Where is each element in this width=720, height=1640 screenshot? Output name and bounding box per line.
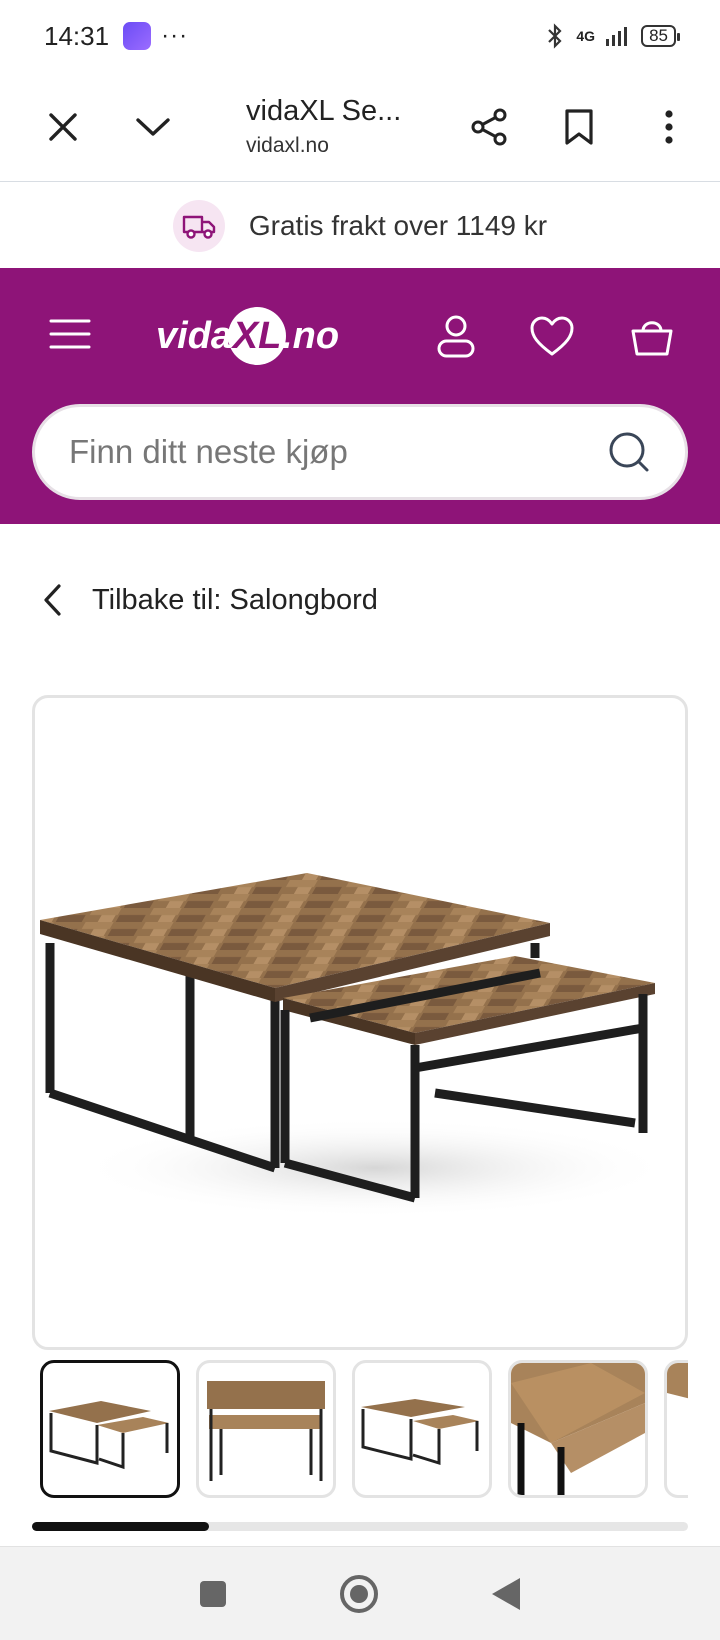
product-main-image[interactable] (32, 695, 688, 1350)
cart-button[interactable] (624, 308, 680, 364)
back-button[interactable] (490, 1576, 522, 1612)
status-time: 14:31 (44, 20, 110, 51)
close-icon (49, 112, 77, 141)
more-vertical-icon (665, 109, 673, 144)
chevron-down-icon (136, 117, 170, 136)
basket-icon (631, 321, 673, 356)
promo-text: Gratis frakt over 1149 kr (248, 209, 548, 241)
page-title: vidaXL Se... (246, 95, 402, 127)
thumbnail-image (667, 1363, 688, 1399)
app-notification-icon (123, 22, 152, 50)
battery-indicator: 85 (641, 25, 680, 47)
logo-text-right: .no (282, 314, 340, 357)
recents-button[interactable] (198, 1579, 228, 1609)
search-icon[interactable] (607, 430, 651, 474)
account-button[interactable] (428, 308, 484, 364)
thumbnail-3[interactable] (352, 1360, 492, 1498)
gallery-scroll-thumb[interactable] (32, 1522, 209, 1531)
page-url: vidaxl.no (246, 134, 329, 157)
vidaxl-logo[interactable]: vida XL .no (156, 304, 339, 368)
signal-icon (606, 27, 628, 46)
network-type: 4G (576, 28, 596, 44)
browser-toolbar: vidaXL Se... vidaxl.no (0, 72, 720, 182)
free-shipping-banner: Gratis frakt over 1149 kr (0, 183, 720, 268)
breadcrumb[interactable]: Tilbake til: Salongbord (40, 570, 378, 630)
search-input[interactable]: Finn ditt neste kjøp (32, 404, 688, 500)
home-button[interactable] (338, 1573, 380, 1615)
status-bar: 14:31 ··· 4G 85 (0, 0, 720, 72)
promo-icon-wrap (172, 199, 225, 252)
share-button[interactable] (444, 82, 534, 172)
status-indicators: 4G 85 (544, 23, 680, 49)
header-row: vida XL .no (0, 268, 720, 404)
bookmark-button[interactable] (534, 82, 624, 172)
heart-icon (530, 316, 574, 356)
nesting-tables-image (40, 873, 675, 1218)
chevron-left-icon (44, 584, 61, 616)
user-icon (437, 315, 475, 358)
close-tab-button[interactable] (18, 82, 108, 172)
system-navigation-bar (0, 1546, 720, 1640)
truck-icon (182, 215, 216, 239)
search-placeholder: Finn ditt neste kjøp (69, 433, 348, 470)
back-link-text: Tilbake til: Salongbord (92, 583, 378, 616)
thumbnail-2[interactable] (196, 1360, 336, 1498)
bookmark-icon (565, 108, 593, 145)
expand-button[interactable] (108, 82, 198, 172)
thumbnail-1[interactable] (40, 1360, 180, 1498)
more-options-button[interactable] (624, 82, 714, 172)
site-header: vida XL .no Finn ditt neste kjøp (0, 268, 720, 524)
more-notifications-icon: ··· (161, 22, 189, 49)
wishlist-button[interactable] (524, 308, 580, 364)
thumbnail-image (511, 1363, 645, 1495)
hamburger-icon (49, 319, 91, 349)
thumbnail-5[interactable] (664, 1360, 688, 1498)
gallery-scrollbar[interactable] (32, 1522, 688, 1531)
page-title-block[interactable]: vidaXL Se... vidaxl.no (246, 95, 436, 158)
logo-text-left: vida (156, 314, 233, 357)
thumbnail-strip[interactable] (40, 1360, 688, 1500)
bluetooth-icon (548, 23, 562, 49)
thumbnail-image (361, 1399, 479, 1466)
thumbnail-4[interactable] (508, 1360, 648, 1498)
logo-circle: XL (228, 307, 287, 365)
thumbnail-image (49, 1401, 169, 1470)
menu-button[interactable] (48, 316, 96, 356)
share-icon (471, 108, 507, 145)
thumbnail-image (207, 1381, 325, 1481)
